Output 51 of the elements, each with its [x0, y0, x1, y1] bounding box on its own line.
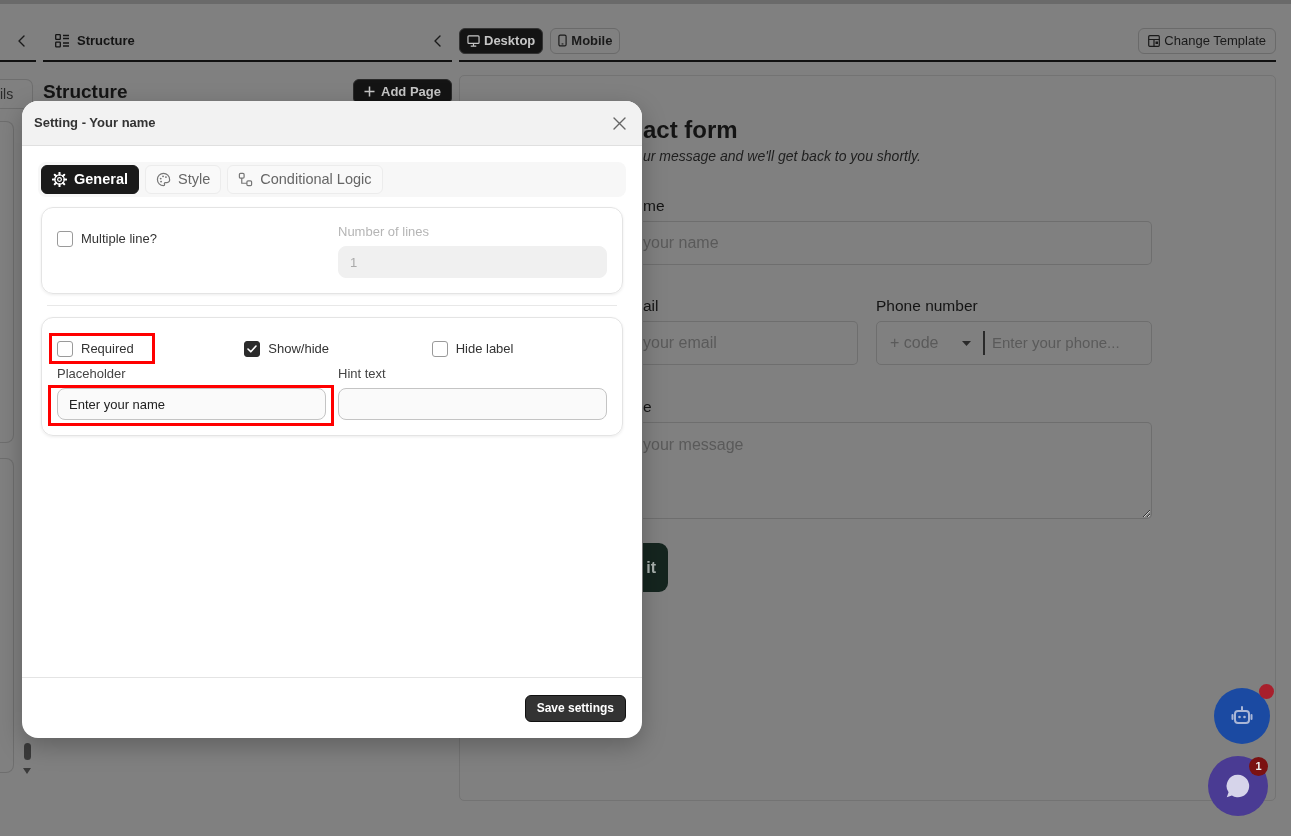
chat-button[interactable]: [1208, 756, 1268, 816]
tab[interactable]: General: [41, 165, 139, 194]
scroll-down-arrow-icon[interactable]: [23, 768, 31, 774]
list-layout-icon: [55, 33, 69, 48]
notification-badge: 1: [1249, 757, 1268, 776]
checkbox[interactable]: [431, 341, 448, 357]
linked-squares-icon: [238, 172, 254, 187]
tab[interactable]: Conditional Logic: [227, 165, 383, 194]
field-label: Phone number: [876, 296, 979, 316]
chat-bubble-icon: [1224, 772, 1252, 800]
tab[interactable]: Style: [145, 165, 222, 194]
checkbox[interactable]: [57, 231, 73, 247]
assistant-button[interactable]: [1214, 688, 1270, 744]
phone-icon: [558, 34, 568, 47]
field-label: Number of lines: [338, 223, 431, 241]
close-icon: [613, 116, 626, 130]
robot-icon: [1231, 706, 1253, 726]
chevron-left-icon[interactable]: [18, 34, 25, 47]
field-label: e: [643, 397, 653, 417]
checkbox-label: Required: [81, 340, 134, 359]
checkbox-label: Show/hide: [268, 340, 330, 359]
gear-icon: [52, 172, 67, 187]
field-label: ail: [643, 296, 660, 316]
checkmark-icon: [247, 345, 258, 353]
field-label: me: [643, 196, 666, 216]
plus-icon: [364, 86, 376, 97]
template-icon: [1148, 34, 1161, 47]
palette-icon: [156, 172, 171, 187]
chevron-left-icon[interactable]: [434, 34, 441, 47]
panel-title: Structure: [77, 31, 135, 50]
change-template-button[interactable]: Change Template: [1138, 27, 1276, 54]
dialog-title: Setting - Your name: [34, 114, 156, 133]
checkbox-label: Multiple line?: [81, 230, 157, 249]
form-title: act form: [643, 115, 739, 145]
save-settings-button[interactable]: Save settings: [524, 694, 626, 722]
caret-down-icon: [962, 340, 971, 346]
checkbox[interactable]: [57, 341, 73, 357]
view-tab[interactable]: Mobile: [550, 27, 621, 54]
checkbox-label: Hide label: [455, 340, 514, 359]
scrollbar-thumb[interactable]: [23, 743, 31, 760]
text-field[interactable]: [338, 388, 607, 420]
checkbox[interactable]: [244, 341, 261, 357]
submit-button[interactable]: it: [643, 543, 668, 592]
form-subtitle: ur message and we'll get back to you shortly.: [643, 147, 922, 165]
view-tab[interactable]: Desktop: [459, 27, 544, 54]
field-label: Placeholder: [57, 365, 127, 383]
text-field[interactable]: Enter your name: [57, 388, 326, 420]
monitor-icon: [467, 34, 480, 47]
panel-heading: Structure: [43, 80, 128, 104]
close-button[interactable]: [613, 116, 626, 130]
field-label: Hint text: [338, 365, 387, 383]
